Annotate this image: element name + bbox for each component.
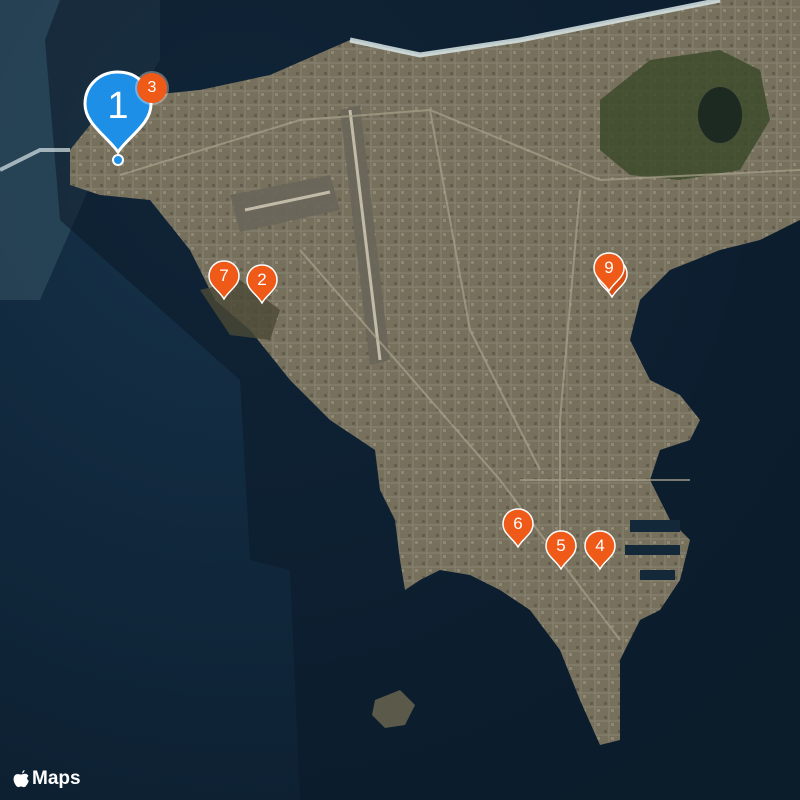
lake — [698, 87, 742, 143]
marker-1-cluster-badge[interactable]: 3 — [137, 73, 167, 103]
marker-9-pin[interactable]: 9 — [593, 252, 625, 292]
marker-6-pin[interactable]: 6 — [502, 508, 534, 548]
marker-label: 6 — [513, 514, 523, 533]
marker-label: 5 — [556, 536, 566, 555]
marker-label: 7 — [219, 266, 229, 285]
marker-label: 4 — [595, 536, 605, 555]
marker-2-pin[interactable]: 2 — [246, 264, 278, 304]
apple-logo-icon — [13, 770, 29, 788]
attribution-text: Maps — [32, 768, 81, 789]
marker-4-pin[interactable]: 4 — [584, 530, 616, 570]
marker-label: 2 — [257, 270, 267, 289]
marker-7-pin[interactable]: 7 — [208, 260, 240, 300]
marker-5-pin[interactable]: 5 — [545, 530, 577, 570]
marker-label: 9 — [604, 258, 614, 277]
maps-attribution[interactable]: Maps — [12, 768, 81, 790]
map-view[interactable]: 1 3 2 4 5 6 7 9 Maps — [0, 0, 800, 800]
